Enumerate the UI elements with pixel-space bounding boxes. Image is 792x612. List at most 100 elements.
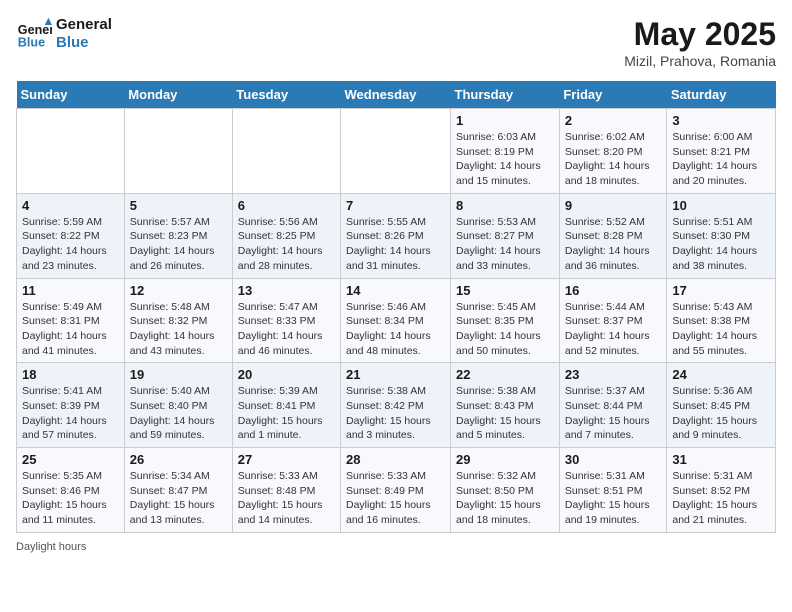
day-number: 7 [346,198,445,213]
day-number: 9 [565,198,662,213]
calendar-cell: 7 Sunrise: 5:55 AM Sunset: 8:26 PM Daylig… [341,193,451,278]
day-number: 11 [22,283,119,298]
calendar-week-row: 18 Sunrise: 5:41 AM Sunset: 8:39 PM Dayli… [17,363,776,448]
day-number: 30 [565,452,662,467]
day-info: Sunrise: 5:40 AM Sunset: 8:40 PM Dayligh… [130,384,227,443]
svg-text:Blue: Blue [18,36,45,50]
day-number: 26 [130,452,227,467]
calendar-cell: 2Sunrise: 6:02 AM Sunset: 8:20 PM Daylig… [559,109,667,194]
day-info: Sunrise: 5:31 AM Sunset: 8:51 PM Dayligh… [565,469,662,528]
day-info: Sunrise: 5:37 AM Sunset: 8:44 PM Dayligh… [565,384,662,443]
day-number: 16 [565,283,662,298]
calendar-cell: 22Sunrise: 5:38 AM Sunset: 8:43 PM Dayli… [451,363,560,448]
calendar-cell: 30 Sunrise: 5:31 AM Sunset: 8:51 PM Dayli… [559,448,667,533]
calendar-cell: 9 Sunrise: 5:52 AM Sunset: 8:28 PM Daylig… [559,193,667,278]
calendar-cell: 31Sunrise: 5:31 AM Sunset: 8:52 PM Dayli… [667,448,776,533]
day-info: Sunrise: 5:45 AM Sunset: 8:35 PM Dayligh… [456,300,554,359]
calendar-cell: 6 Sunrise: 5:56 AM Sunset: 8:25 PM Daylig… [232,193,340,278]
day-info: Sunrise: 5:32 AM Sunset: 8:50 PM Dayligh… [456,469,554,528]
day-number: 27 [238,452,335,467]
month-year-title: May 2025 [624,16,776,53]
weekday-header-saturday: Saturday [667,81,776,109]
logo-general-text: General [56,16,112,34]
page-header: General Blue General Blue May 2025 Mizil… [16,16,776,69]
calendar-cell: 26 Sunrise: 5:34 AM Sunset: 8:47 PM Dayli… [124,448,232,533]
calendar-week-row: 1 Sunrise: 6:03 AM Sunset: 8:19 PM Daylig… [17,109,776,194]
calendar-cell: 10Sunrise: 5:51 AM Sunset: 8:30 PM Dayli… [667,193,776,278]
title-block: May 2025 Mizil, Prahova, Romania [624,16,776,69]
day-info: Sunrise: 5:43 AM Sunset: 8:38 PM Dayligh… [672,300,770,359]
calendar-cell: 11Sunrise: 5:49 AM Sunset: 8:31 PM Dayli… [17,278,125,363]
day-info: Sunrise: 5:52 AM Sunset: 8:28 PM Dayligh… [565,215,662,274]
calendar-cell [341,109,451,194]
footer-daylight: Daylight hours [16,541,776,553]
day-number: 21 [346,367,445,382]
day-number: 1 [456,113,554,128]
logo-icon: General Blue [16,16,52,52]
day-info: Sunrise: 5:35 AM Sunset: 8:46 PM Dayligh… [22,469,119,528]
calendar-cell [232,109,340,194]
calendar-cell: 18 Sunrise: 5:41 AM Sunset: 8:39 PM Dayli… [17,363,125,448]
calendar-cell: 4Sunrise: 5:59 AM Sunset: 8:22 PM Daylig… [17,193,125,278]
day-info: Sunrise: 5:48 AM Sunset: 8:32 PM Dayligh… [130,300,227,359]
day-info: Sunrise: 5:33 AM Sunset: 8:48 PM Dayligh… [238,469,335,528]
calendar-cell: 21 Sunrise: 5:38 AM Sunset: 8:42 PM Dayli… [341,363,451,448]
day-info: Sunrise: 5:36 AM Sunset: 8:45 PM Dayligh… [672,384,770,443]
day-number: 15 [456,283,554,298]
calendar-cell: 29 Sunrise: 5:32 AM Sunset: 8:50 PM Dayli… [451,448,560,533]
weekday-header-sunday: Sunday [17,81,125,109]
calendar-week-row: 11Sunrise: 5:49 AM Sunset: 8:31 PM Dayli… [17,278,776,363]
calendar-cell: 28Sunrise: 5:33 AM Sunset: 8:49 PM Dayli… [341,448,451,533]
day-info: Sunrise: 5:47 AM Sunset: 8:33 PM Dayligh… [238,300,335,359]
calendar-week-row: 25 Sunrise: 5:35 AM Sunset: 8:46 PM Dayli… [17,448,776,533]
calendar-week-row: 4Sunrise: 5:59 AM Sunset: 8:22 PM Daylig… [17,193,776,278]
calendar-table: SundayMondayTuesdayWednesdayThursdayFrid… [16,81,776,533]
calendar-cell [124,109,232,194]
day-info: Sunrise: 5:53 AM Sunset: 8:27 PM Dayligh… [456,215,554,274]
day-info: Sunrise: 6:00 AM Sunset: 8:21 PM Dayligh… [672,130,770,189]
day-number: 23 [565,367,662,382]
day-number: 29 [456,452,554,467]
calendar-cell: 1 Sunrise: 6:03 AM Sunset: 8:19 PM Daylig… [451,109,560,194]
calendar-cell: 19 Sunrise: 5:40 AM Sunset: 8:40 PM Dayli… [124,363,232,448]
calendar-cell: 13 Sunrise: 5:47 AM Sunset: 8:33 PM Dayli… [232,278,340,363]
day-info: Sunrise: 5:44 AM Sunset: 8:37 PM Dayligh… [565,300,662,359]
day-info: Sunrise: 5:55 AM Sunset: 8:26 PM Dayligh… [346,215,445,274]
day-info: Sunrise: 5:41 AM Sunset: 8:39 PM Dayligh… [22,384,119,443]
day-info: Sunrise: 5:46 AM Sunset: 8:34 PM Dayligh… [346,300,445,359]
day-info: Sunrise: 5:59 AM Sunset: 8:22 PM Dayligh… [22,215,119,274]
day-info: Sunrise: 5:38 AM Sunset: 8:42 PM Dayligh… [346,384,445,443]
day-number: 5 [130,198,227,213]
calendar-cell: 23 Sunrise: 5:37 AM Sunset: 8:44 PM Dayli… [559,363,667,448]
day-info: Sunrise: 6:03 AM Sunset: 8:19 PM Dayligh… [456,130,554,189]
day-number: 22 [456,367,554,382]
calendar-cell: 16 Sunrise: 5:44 AM Sunset: 8:37 PM Dayli… [559,278,667,363]
calendar-cell: 24Sunrise: 5:36 AM Sunset: 8:45 PM Dayli… [667,363,776,448]
day-number: 18 [22,367,119,382]
calendar-cell: 25 Sunrise: 5:35 AM Sunset: 8:46 PM Dayli… [17,448,125,533]
calendar-cell [17,109,125,194]
day-number: 28 [346,452,445,467]
day-number: 6 [238,198,335,213]
day-number: 3 [672,113,770,128]
calendar-cell: 20Sunrise: 5:39 AM Sunset: 8:41 PM Dayli… [232,363,340,448]
day-number: 14 [346,283,445,298]
day-info: Sunrise: 5:56 AM Sunset: 8:25 PM Dayligh… [238,215,335,274]
calendar-cell: 5 Sunrise: 5:57 AM Sunset: 8:23 PM Daylig… [124,193,232,278]
weekday-header-wednesday: Wednesday [341,81,451,109]
weekday-header-row: SundayMondayTuesdayWednesdayThursdayFrid… [17,81,776,109]
weekday-header-friday: Friday [559,81,667,109]
day-info: Sunrise: 5:57 AM Sunset: 8:23 PM Dayligh… [130,215,227,274]
day-number: 25 [22,452,119,467]
calendar-cell: 14 Sunrise: 5:46 AM Sunset: 8:34 PM Dayli… [341,278,451,363]
calendar-cell: 8Sunrise: 5:53 AM Sunset: 8:27 PM Daylig… [451,193,560,278]
day-number: 19 [130,367,227,382]
day-number: 2 [565,113,662,128]
day-info: Sunrise: 5:34 AM Sunset: 8:47 PM Dayligh… [130,469,227,528]
day-number: 10 [672,198,770,213]
weekday-header-thursday: Thursday [451,81,560,109]
logo: General Blue General Blue [16,16,112,52]
weekday-header-tuesday: Tuesday [232,81,340,109]
calendar-cell: 27 Sunrise: 5:33 AM Sunset: 8:48 PM Dayli… [232,448,340,533]
day-number: 13 [238,283,335,298]
